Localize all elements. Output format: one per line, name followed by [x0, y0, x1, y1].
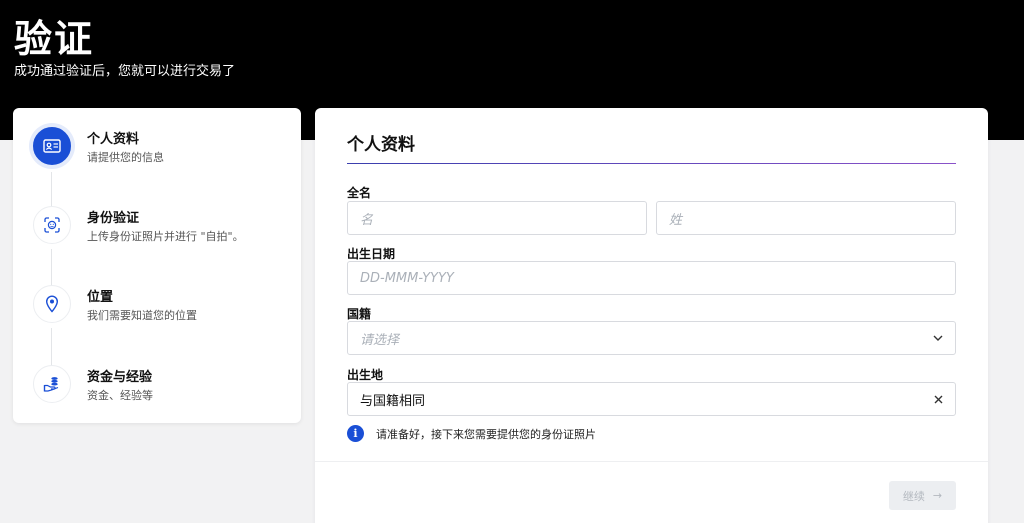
- info-note-text: 请准备好，接下来您需要提供您的身份证照片: [376, 428, 596, 441]
- last-name-input[interactable]: 姓: [656, 201, 956, 235]
- step-connector: [51, 249, 52, 287]
- step-subtitle: 资金、经验等: [87, 389, 153, 402]
- personal-info-form: 个人资料 全名 名 姓 出生日期 DD-MMM-YYYY 国籍 请选择 出生地 …: [315, 108, 988, 523]
- step-title: 资金与经验: [87, 370, 153, 385]
- step-subtitle: 请提供您的信息: [87, 151, 164, 164]
- step-personal-info[interactable]: 个人资料 请提供您的信息: [33, 127, 293, 171]
- title-divider: [347, 163, 956, 164]
- step-subtitle: 我们需要知道您的位置: [87, 309, 197, 322]
- last-name-placeholder: 姓: [669, 212, 683, 228]
- chevron-down-icon: [931, 331, 945, 345]
- birthplace-select[interactable]: 与国籍相同: [347, 382, 956, 416]
- id-card-icon: [33, 127, 71, 165]
- form-title: 个人资料: [347, 135, 415, 155]
- step-subtitle: 上传身份证照片并进行 "自拍"。: [87, 230, 244, 243]
- step-location[interactable]: 位置 我们需要知道您的位置: [33, 285, 293, 329]
- step-identity-verification[interactable]: 身份验证 上传身份证照片并进行 "自拍"。: [33, 206, 293, 250]
- step-title: 个人资料: [87, 132, 140, 147]
- dob-input[interactable]: DD-MMM-YYYY: [347, 261, 956, 295]
- continue-button[interactable]: 继续 →: [889, 481, 956, 510]
- step-connector: [51, 328, 52, 366]
- first-name-placeholder: 名: [360, 212, 374, 228]
- step-title: 位置: [87, 290, 114, 305]
- map-pin-icon: [33, 285, 71, 323]
- coins-icon: [33, 365, 71, 403]
- info-icon: i: [347, 425, 364, 442]
- full-name-label: 全名: [347, 186, 372, 200]
- nationality-placeholder: 请选择: [360, 332, 400, 348]
- page-title: 验证: [14, 17, 95, 61]
- step-connector: [51, 172, 52, 210]
- step-funds-experience[interactable]: 资金与经验 资金、经验等: [33, 365, 293, 409]
- footer-divider: [315, 461, 988, 462]
- arrow-right-icon: →: [932, 489, 943, 502]
- birthplace-label: 出生地: [347, 368, 384, 382]
- clear-icon[interactable]: [931, 392, 945, 406]
- dob-placeholder: DD-MMM-YYYY: [360, 270, 454, 286]
- page-subtitle: 成功通过验证后，您就可以进行交易了: [14, 64, 236, 79]
- continue-label: 继续: [902, 489, 925, 503]
- nationality-label: 国籍: [347, 307, 372, 321]
- step-title: 身份验证: [87, 211, 140, 226]
- first-name-input[interactable]: 名: [347, 201, 647, 235]
- steps-panel: 个人资料 请提供您的信息 身份验证 上传身份证照片并进行 "自拍"。 位置 我们…: [13, 108, 301, 423]
- face-scan-icon: [33, 206, 71, 244]
- info-note: i 请准备好，接下来您需要提供您的身份证照片: [347, 425, 747, 443]
- nationality-select[interactable]: 请选择: [347, 321, 956, 355]
- birthplace-value: 与国籍相同: [360, 393, 426, 409]
- dob-label: 出生日期: [347, 247, 396, 261]
